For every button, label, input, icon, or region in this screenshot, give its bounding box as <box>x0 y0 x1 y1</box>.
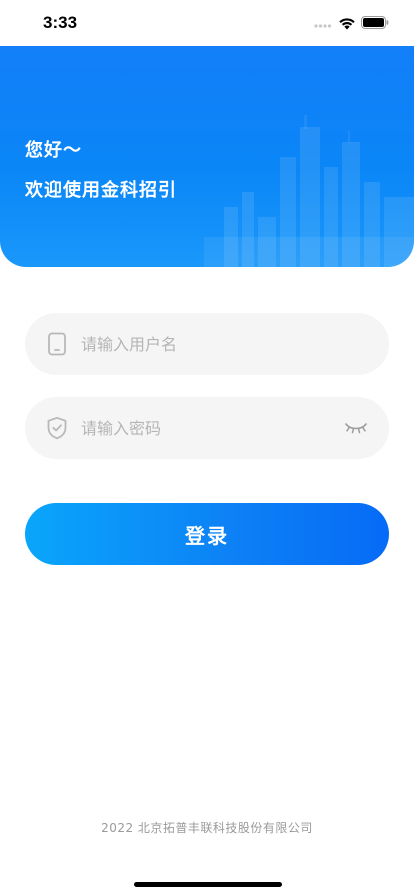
copyright-text: 2022 北京拓普丰联科技股份有限公司 <box>101 821 313 835</box>
city-skyline-illustration <box>204 115 414 267</box>
login-button[interactable]: 登录 <box>25 503 389 565</box>
home-indicator[interactable] <box>134 882 282 887</box>
login-screen: 3:33 您好～ 欢迎使用金科招引 请输入用户名 登录 2022 北京拓普丰联科… <box>0 0 414 896</box>
username-field[interactable] <box>25 313 389 375</box>
welcome-banner: 您好～ 欢迎使用金科招引 <box>0 46 414 267</box>
status-bar: 3:33 <box>0 0 414 46</box>
cellular-signal-icon <box>314 24 332 28</box>
password-input[interactable] <box>81 397 341 459</box>
welcome-text: 欢迎使用金科招引 <box>25 180 177 201</box>
shield-check-icon <box>47 416 67 440</box>
battery-icon <box>361 16 389 29</box>
phone-icon <box>48 332 66 356</box>
username-input[interactable] <box>81 313 341 375</box>
password-field[interactable] <box>25 397 389 459</box>
status-time: 3:33 <box>43 13 78 32</box>
greeting-text: 您好～ <box>25 140 82 161</box>
eye-closed-icon[interactable] <box>344 421 368 435</box>
wifi-icon <box>339 18 355 30</box>
